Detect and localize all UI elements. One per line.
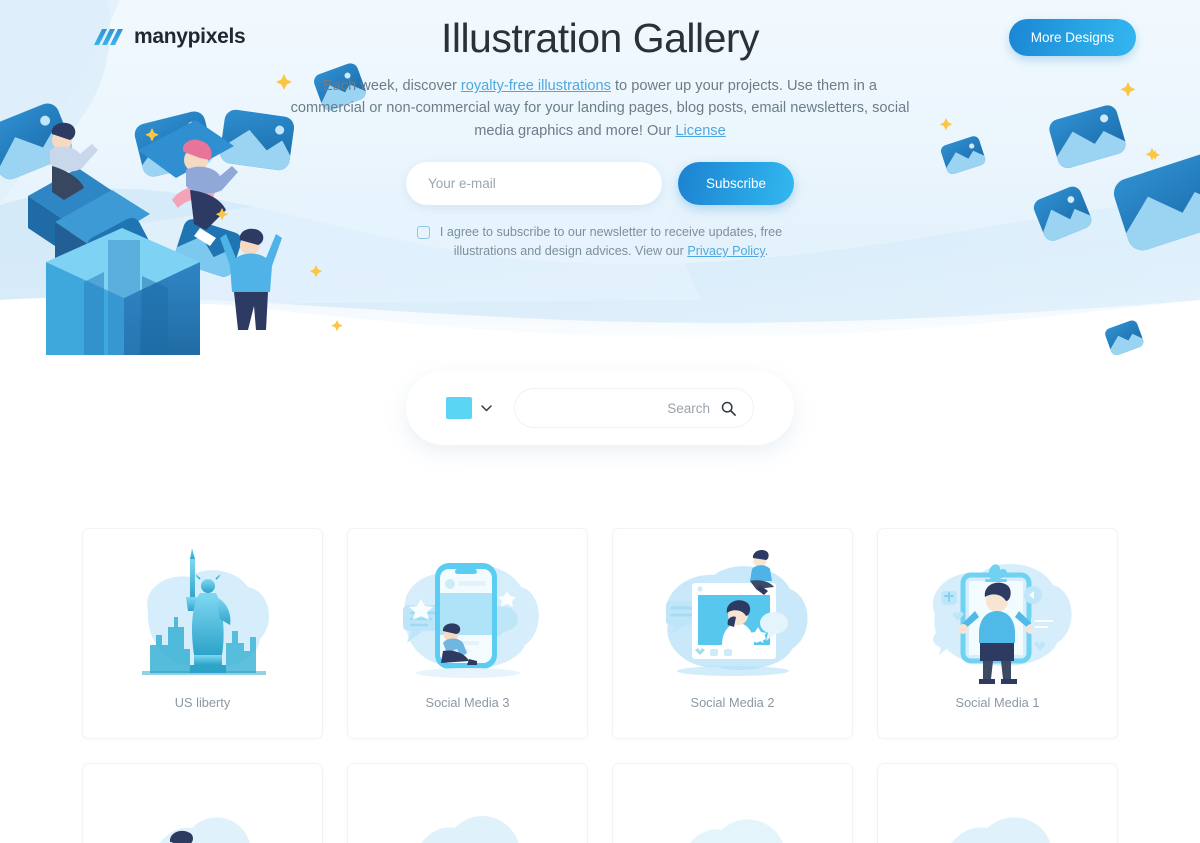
statue-of-liberty-illustration [141,548,269,675]
person-mountains-illustration [159,817,250,843]
card-label: US liberty [174,695,231,710]
gallery-card[interactable]: Social Media 1 [877,528,1118,739]
gallery-card[interactable]: Social Media 3 [347,528,588,739]
card-label: Social Media 1 [955,695,1040,710]
person-in-phone-frame-illustration [932,563,1072,684]
illustration-grid: US liberty Social Media 3 Social Media 2… [82,528,1118,843]
post-card-people-illustration [665,549,808,676]
gallery-card[interactable] [612,763,853,843]
card-label: Social Media 2 [690,695,775,710]
consent-part2: . [764,244,769,259]
search-bar: Search [406,371,794,445]
color-filter-dropdown[interactable] [446,397,492,419]
phone-person-sitting-illustration [402,563,539,678]
subscribe-form: Subscribe [290,161,910,205]
consent-row: I agree to subscribe to our newsletter t… [290,223,910,262]
gallery-card[interactable] [82,763,323,843]
brand-logo[interactable]: manypixels [88,25,246,49]
gallery-card[interactable] [877,763,1118,843]
search-icon[interactable] [721,401,736,416]
three-slanted-bars-logo-icon [94,29,123,45]
search-placeholder: Search [667,400,710,416]
consent-text: I agree to subscribe to our newsletter t… [439,223,784,262]
laptop-screen-illustration [950,817,1050,843]
card-label: Social Media 3 [425,695,510,710]
gallery-card[interactable]: US liberty [82,528,323,739]
page-root: manypixels More Designs Illustration Gal… [0,0,1200,843]
hero-sub-part1: Each week, discover [322,78,461,95]
license-link[interactable]: License [675,123,725,139]
topbar: manypixels More Designs [0,0,1200,74]
privacy-policy-link[interactable]: Privacy Policy [687,244,764,258]
camera-mountains-illustration [420,816,519,843]
chevron-down-icon [481,404,492,411]
hero-section: manypixels More Designs Illustration Gal… [0,0,1200,355]
clouds-blob-illustration [689,819,783,843]
hero-subtitle: Each week, discover royalty-free illustr… [290,75,910,142]
more-designs-button[interactable]: More Designs [1008,18,1136,56]
brand-name: manypixels [134,25,246,48]
gallery-card[interactable] [347,763,588,843]
gallery-card[interactable]: Social Media 2 [612,528,853,739]
subscribe-button[interactable]: Subscribe [677,161,795,205]
search-input[interactable]: Search [514,388,754,428]
newsletter-consent-checkbox[interactable] [416,225,430,239]
email-field[interactable] [405,161,662,205]
royalty-free-illustrations-link[interactable]: royalty-free illustrations [461,78,611,94]
color-swatch-icon [446,397,472,419]
